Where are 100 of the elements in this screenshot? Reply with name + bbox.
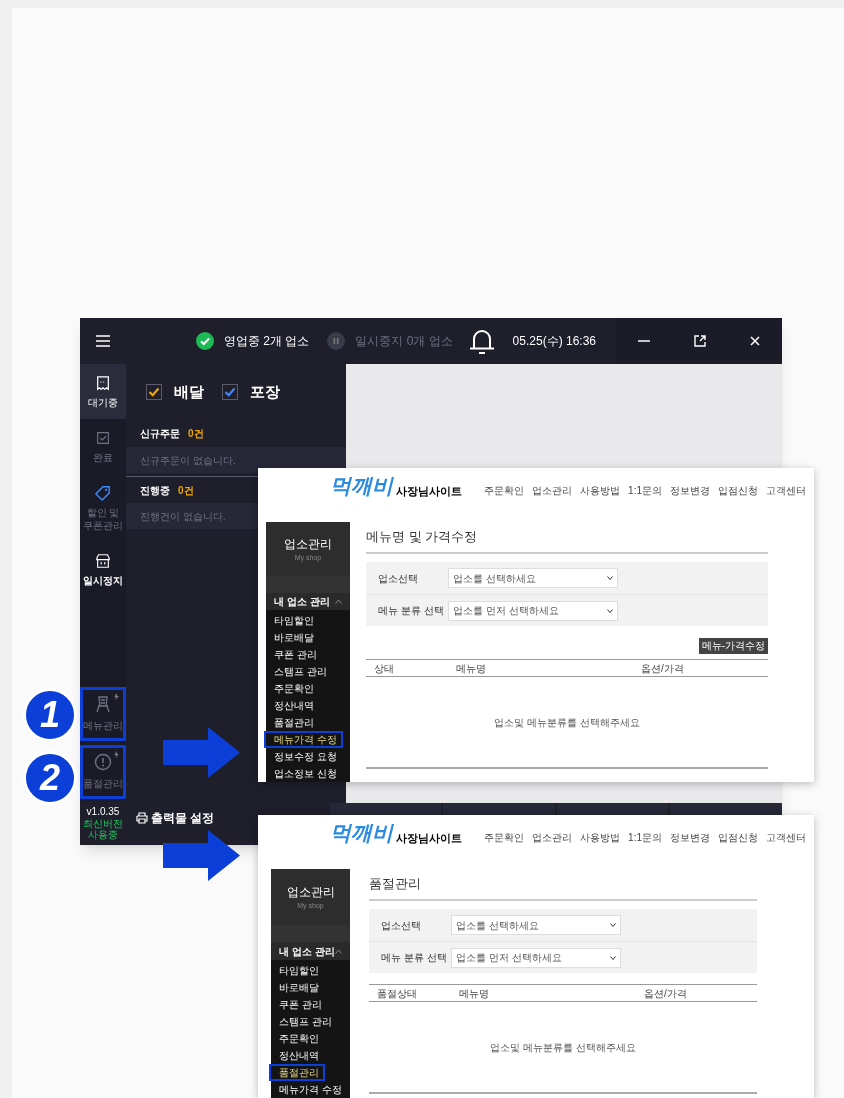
print-settings-button[interactable]: 출력물 설정 [136,807,215,829]
caret-up-icon[interactable] [335,598,342,604]
page-title: 메뉴명 및 가격수정 [366,529,478,544]
printer-icon [136,812,148,824]
caret-up-icon[interactable] [335,948,342,954]
sidebar-group-label: 내 업소 관리 [274,594,330,609]
checkbox-label: 배달 [174,381,204,402]
check-circle-icon [196,332,214,350]
sidebar-item[interactable]: 주문확인 [271,1030,350,1047]
sidebar-item[interactable]: 타임할인 [271,962,350,979]
sidebar-item[interactable]: 주문확인 [266,680,350,697]
sidebar-title: 업소관리 [284,535,332,553]
sidebar-group-label: 내 업소 관리 [279,944,335,959]
column-header: 품절상태 [376,986,418,1001]
field-label: 메뉴 분류 선택 [380,951,448,965]
version-note: 최신버전 사용중 [82,818,124,840]
select-field[interactable]: 업소를 먼저 선택하세요 [448,600,618,621]
logo-subtitle: 사장님사이트 [396,484,462,499]
column-header: 메뉴명 [459,986,490,1001]
rail-item[interactable]: 대기중 [80,364,126,419]
bolt-icon [114,693,119,700]
logo: 먹깨비 [330,473,393,499]
sidebar-item[interactable]: 메뉴가격 수정 [264,731,343,748]
empty-message: 업소및 메뉴분류를 선택해주세요 [490,1040,636,1055]
receipt-icon [95,374,111,392]
empty-message: 신규주문이 없습니다. [126,447,346,473]
bolt-icon [114,751,119,758]
menu-icon[interactable] [96,335,110,347]
chevron-down-icon [610,955,616,960]
select-field[interactable]: 업소를 선택하세요 [448,568,618,588]
rail-item[interactable]: 품절관리 [80,745,126,799]
rail-item[interactable]: 메뉴관리 [80,687,126,741]
nav-link[interactable]: 입점신청 [718,830,758,845]
page-title: 품절관리 [369,876,421,891]
rail-item[interactable]: 할인 및 쿠폰관리 [80,474,126,542]
sidebar-item[interactable]: 스탬프 관리 [271,1013,350,1030]
sidebar-item[interactable]: 쿠폰 관리 [266,646,350,663]
rail-item[interactable]: 일시정지 [80,542,126,597]
date-time: 05.25(수) 16:36 [512,333,596,350]
sidebar-item[interactable]: 정산내역 [266,697,350,714]
sidebar-item[interactable]: 스탬프 관리 [266,663,350,680]
chevron-down-icon [607,576,613,580]
rail-item[interactable]: 완료 [80,419,126,474]
nav-link[interactable]: 주문확인 [484,830,525,845]
section-title: 진행중 [140,483,170,498]
popout-icon[interactable] [694,335,706,347]
status-text: 영업중 2개 업소 [224,333,310,350]
pause-icon [327,332,346,350]
logo-subtitle: 사장님사이트 [396,831,462,846]
menu-price-edit-button[interactable]: 메뉴-가격수정 [698,638,768,654]
nav-link[interactable]: 고객센터 [766,483,806,498]
column-header: 옵션/가격 [644,986,688,1001]
close-icon[interactable] [750,336,760,346]
sidebar-item[interactable]: 쿠폰 관리 [271,996,350,1013]
version-text: v1.0.35 [86,806,120,818]
select-field[interactable]: 업소를 먼저 선택하세요 [451,947,621,968]
sidebar-item[interactable]: 정보수정 요청 [266,748,350,765]
sidebar-title: 업소관리 [286,883,335,901]
field-label: 메뉴 분류 선택 [377,604,445,618]
empty-message: 업소및 메뉴분류를 선택해주세요 [494,715,640,730]
sidebar-item[interactable]: 타임할인 [266,612,350,629]
nav-link[interactable]: 정보변경 [670,830,710,845]
nav-link[interactable]: 주문확인 [484,483,525,498]
sidebar-item[interactable]: 정산내역 [271,1047,350,1064]
chair-icon [94,695,112,713]
chevron-down-icon [607,608,613,613]
sidebar-item[interactable]: 바로배달 [266,629,350,646]
status-text: 일시중지 0개 업소 [355,333,453,350]
column-header: 옵션/가격 [641,661,685,676]
select-field[interactable]: 업소를 선택하세요 [451,915,621,935]
tag-icon [95,484,111,502]
sidebar-item[interactable]: 바로배달 [271,979,350,996]
chevron-down-icon [610,923,616,927]
order-count: 0건 [188,427,204,441]
sidebar-item[interactable]: 업소정보 신청 [266,765,350,782]
arrow-icon [163,830,240,881]
sidebar-item[interactable]: 메뉴가격 수정 [271,1081,350,1098]
column-header: 상태 [373,661,395,676]
nav-link[interactable]: 업소관리 [532,483,573,498]
field-label: 업소선택 [377,571,419,586]
nav-link[interactable]: 1:1문의 [628,830,662,845]
nav-link[interactable]: 1:1문의 [628,483,662,498]
nav-link[interactable]: 업소관리 [532,830,573,845]
checked-box-icon [95,429,111,447]
nav-link[interactable]: 사용방법 [580,483,621,498]
section-title: 신규주문 [140,427,180,441]
checkbox-label: 포장 [250,381,280,402]
nav-link[interactable]: 입점신청 [718,483,758,498]
logo: 먹깨비 [330,820,393,846]
store-icon [95,552,111,570]
order-count: 0건 [178,483,194,498]
column-header: 메뉴명 [456,661,487,676]
nav-link[interactable]: 정보변경 [670,483,710,498]
alert-circle-icon [94,753,112,771]
sidebar-item[interactable]: 품절관리 [269,1064,325,1081]
arrow-icon [163,727,240,778]
sidebar-item[interactable]: 품절관리 [266,714,350,731]
nav-link[interactable]: 고객센터 [766,830,806,845]
field-label: 업소선택 [380,918,422,933]
nav-link[interactable]: 사용방법 [580,830,621,845]
